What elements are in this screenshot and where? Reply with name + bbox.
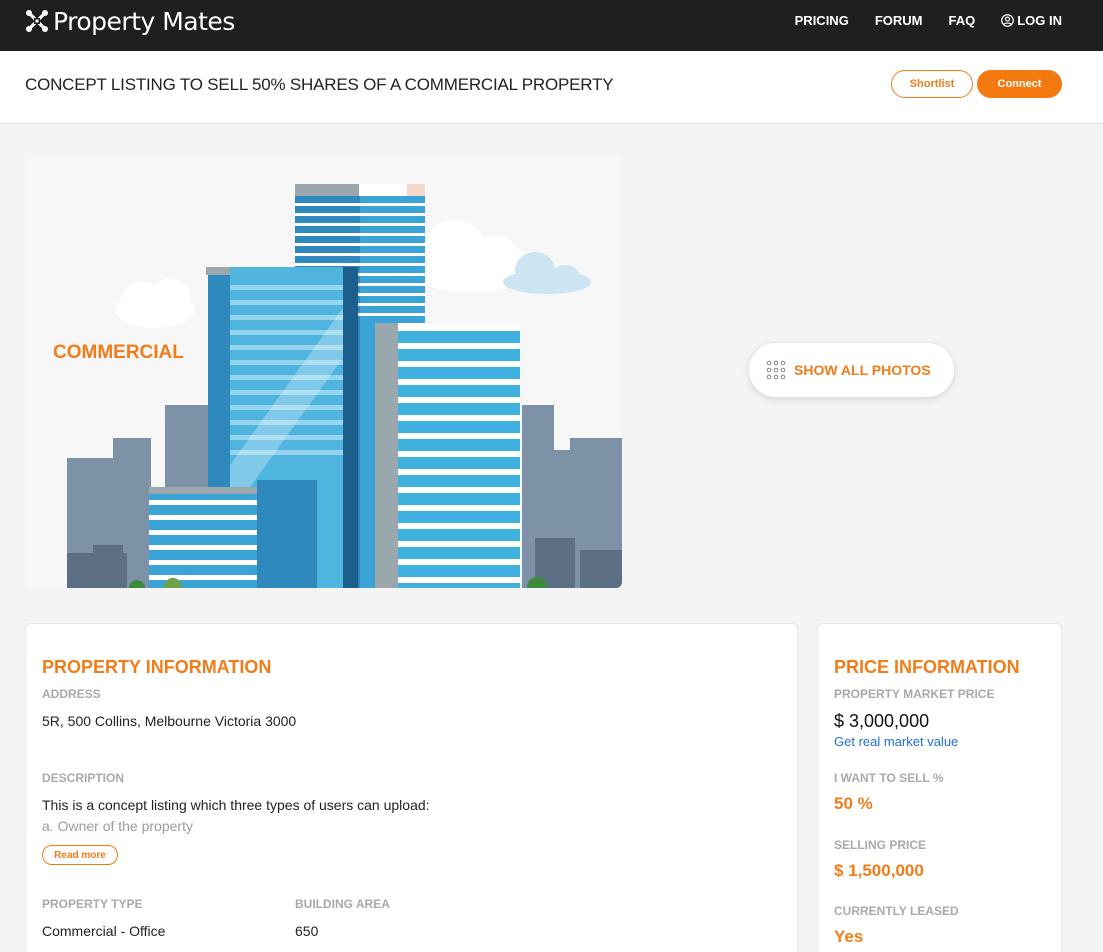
selling-price-value: $ 1,500,000 xyxy=(834,861,924,880)
listing-title-bar: CONCEPT LISTING TO SELL 50% SHARES OF A … xyxy=(0,51,1103,124)
show-all-photos-button[interactable]: SHOW ALL PHOTOS xyxy=(749,343,954,397)
shortlist-button[interactable]: Shortlist xyxy=(891,70,973,98)
description-label: DESCRIPTION xyxy=(42,771,125,785)
currently-leased-label: CURRENTLY LEASED xyxy=(834,904,959,918)
nav-login-label: LOG IN xyxy=(1017,13,1062,28)
grid-dots-icon xyxy=(766,360,786,380)
market-price-label: PROPERTY MARKET PRICE xyxy=(834,687,995,701)
market-price-value: $ 3,000,000 xyxy=(834,711,930,731)
commercial-city-illustration xyxy=(25,155,622,588)
address-label: ADDRESS xyxy=(42,687,101,701)
show-all-photos-label: SHOW ALL PHOTOS xyxy=(794,362,931,378)
property-mates-logo-icon xyxy=(26,10,48,32)
sell-percent-value: 50 % xyxy=(834,794,873,813)
brand-logo-link[interactable]: Property Mates xyxy=(25,6,235,36)
price-information-heading: PRICE INFORMATION xyxy=(834,657,1020,677)
page-title: CONCEPT LISTING TO SELL 50% SHARES OF A … xyxy=(25,75,614,94)
top-navbar: Property Mates PRICING FORUM FAQ LOG IN xyxy=(0,0,1103,51)
nav-faq[interactable]: FAQ xyxy=(948,13,975,28)
currently-leased-value: Yes xyxy=(834,927,864,946)
user-circle-icon xyxy=(1001,14,1015,27)
building-area-label: BUILDING AREA xyxy=(295,897,390,911)
connect-button[interactable]: Connect xyxy=(977,70,1062,98)
nav-forum[interactable]: FORUM xyxy=(875,13,923,28)
property-information-heading: PROPERTY INFORMATION xyxy=(42,657,272,677)
building-area-value: 650 xyxy=(295,923,319,939)
address-value: 5R, 500 Collins, Melbourne Victoria 3000 xyxy=(42,713,297,729)
read-more-button[interactable]: Read more xyxy=(42,845,118,865)
property-information-card: PROPERTY INFORMATION ADDRESS 5R, 500 Col… xyxy=(25,623,798,952)
nav-links: PRICING FORUM FAQ LOG IN xyxy=(769,13,1062,28)
description-text: This is a concept listing which three ty… xyxy=(42,797,430,813)
brand-name: Property Mates xyxy=(53,6,235,36)
price-information-card: PRICE INFORMATION PROPERTY MARKET PRICE … xyxy=(817,623,1062,952)
property-type-value: Commercial - Office xyxy=(42,923,166,939)
hero-property-image[interactable]: COMMERCIAL xyxy=(25,155,622,588)
property-type-label: PROPERTY TYPE xyxy=(42,897,143,911)
hero-commercial-badge: COMMERCIAL xyxy=(53,342,184,363)
nav-pricing[interactable]: PRICING xyxy=(795,13,849,28)
description-text-faded: a. Owner of the property xyxy=(42,818,193,834)
selling-price-label: SELLING PRICE xyxy=(834,838,927,852)
get-market-value-link[interactable]: Get real market value xyxy=(834,734,958,749)
nav-login[interactable]: LOG IN xyxy=(1001,13,1062,28)
sell-percent-label: I WANT TO SELL % xyxy=(834,771,944,785)
